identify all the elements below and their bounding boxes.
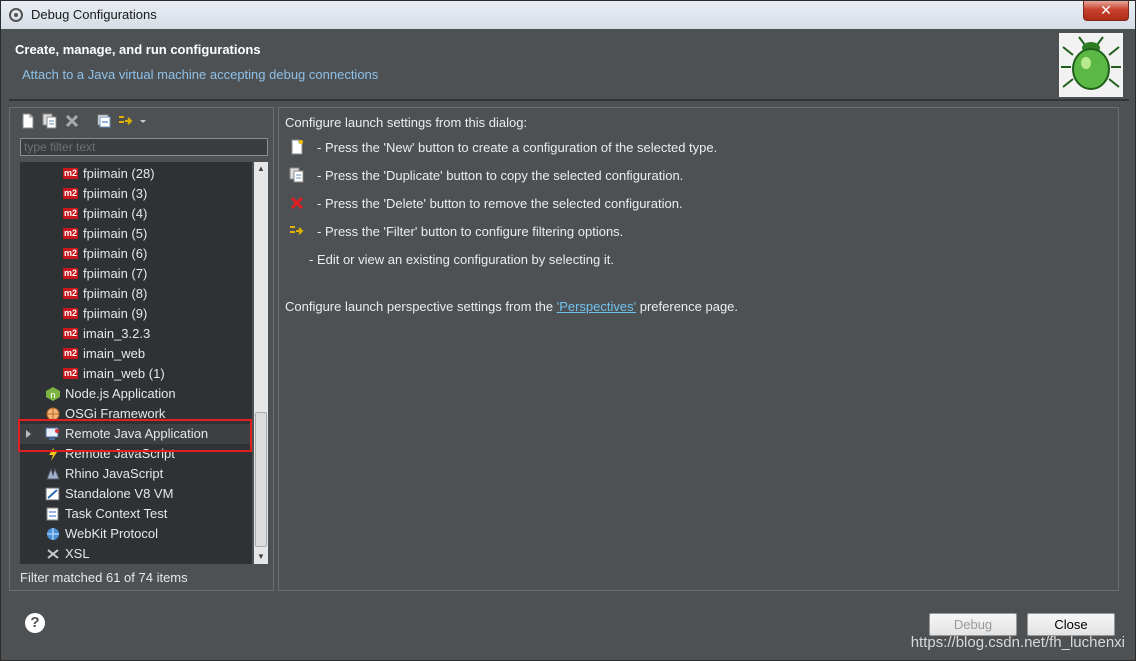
- tree-item-label: Standalone V8 VM: [65, 486, 174, 501]
- tree-item[interactable]: m2 fpiimain (5): [20, 224, 252, 244]
- tree-item-label: fpiimain (6): [83, 246, 148, 261]
- v8-icon: [45, 487, 60, 501]
- duplicate-icon: [289, 167, 304, 183]
- perspectives-link[interactable]: 'Perspectives': [557, 299, 636, 314]
- bug-icon: [1059, 33, 1123, 97]
- xsl-icon: [47, 549, 59, 559]
- instruction-duplicate: - Press the 'Duplicate' button to copy t…: [317, 168, 684, 183]
- duplicate-icon[interactable]: [42, 113, 58, 129]
- tree-item[interactable]: m2 imain_web (1): [20, 364, 252, 384]
- svg-text:n: n: [50, 391, 56, 401]
- highlight-box: [18, 419, 252, 452]
- perspectives-suffix: preference page.: [639, 299, 739, 314]
- filter-icon[interactable]: [118, 113, 134, 129]
- debug-configurations-window: Debug Configurations ✕ Create, manage, a…: [0, 0, 1136, 661]
- m2-icon: m2: [63, 348, 78, 359]
- tree-item[interactable]: m2 imain_web: [20, 344, 252, 364]
- m2-icon: m2: [63, 308, 78, 319]
- m2-icon: m2: [63, 208, 78, 219]
- m2-icon: m2: [63, 248, 78, 259]
- dropdown-arrow-icon[interactable]: [138, 113, 148, 129]
- rhino-icon: [46, 467, 60, 480]
- webkit-icon: [47, 528, 59, 540]
- title-bar: Debug Configurations ✕: [1, 1, 1135, 29]
- tree-item-label: XSL: [65, 546, 90, 561]
- scroll-thumb[interactable]: [255, 412, 267, 547]
- m2-icon: m2: [63, 288, 78, 299]
- watermark: https://blog.csdn.net/fh_luchenxi: [910, 634, 1125, 651]
- header-separator: [9, 99, 1129, 101]
- task-icon: [46, 507, 59, 521]
- scroll-down-icon[interactable]: ▼: [254, 550, 268, 564]
- m2-icon: m2: [63, 268, 78, 279]
- tree-item[interactable]: Rhino JavaScript: [20, 464, 252, 484]
- instructions-intro: Configure launch settings from this dial…: [285, 115, 528, 130]
- tree-item[interactable]: Standalone V8 VM: [20, 484, 252, 504]
- tree-item-label: fpiimain (9): [83, 306, 148, 321]
- tree-item[interactable]: Task Context Test: [20, 504, 252, 524]
- window-close-button[interactable]: ✕: [1083, 1, 1129, 21]
- perspectives-line: Configure launch perspective settings fr…: [285, 299, 738, 314]
- new-config-icon: [291, 139, 303, 155]
- tree-item-label: fpiimain (3): [83, 186, 148, 201]
- collapse-all-icon[interactable]: [96, 113, 112, 129]
- tree-item-label: imain_web (1): [83, 366, 165, 381]
- tree-item-label: imain_3.2.3: [83, 326, 151, 341]
- tree-item[interactable]: m2 fpiimain (28): [20, 164, 252, 184]
- tree-item-label: Rhino JavaScript: [65, 466, 164, 481]
- config-tree[interactable]: m2 fpiimain (28) m2 fpiimain (3) m2 fpiimain …: [20, 162, 252, 564]
- tree-item[interactable]: XSL: [20, 544, 252, 564]
- filter-status: Filter matched 61 of 74 items: [20, 570, 188, 585]
- tree-item-label: fpiimain (7): [83, 266, 148, 281]
- instruction-edit: - Edit or view an existing configuration…: [309, 252, 614, 267]
- tree-item-label: fpiimain (5): [83, 226, 148, 241]
- m2-icon: m2: [63, 168, 78, 179]
- tree-item[interactable]: WebKit Protocol: [20, 524, 252, 544]
- close-button[interactable]: Close: [1027, 613, 1115, 636]
- tree-item[interactable]: m2 fpiimain (8): [20, 284, 252, 304]
- perspectives-prefix: Configure launch perspective settings fr…: [285, 299, 554, 314]
- header-subtitle: Attach to a Java virtual machine accepti…: [22, 67, 379, 82]
- nodejs-icon: n: [46, 387, 60, 401]
- scroll-up-icon[interactable]: ▲: [254, 162, 268, 176]
- filter-input[interactable]: type filter text: [20, 138, 268, 156]
- header-title: Create, manage, and run configurations: [15, 42, 261, 57]
- instruction-delete: - Press the 'Delete' button to remove th…: [317, 196, 683, 211]
- dialog-header: Create, manage, and run configurations A…: [9, 31, 1129, 97]
- instructions-panel: Configure launch settings from this dial…: [278, 107, 1119, 591]
- m2-icon: m2: [63, 188, 78, 199]
- window-title: Debug Configurations: [31, 7, 157, 22]
- tree-item-label: WebKit Protocol: [65, 526, 158, 541]
- instruction-new: - Press the 'New' button to create a con…: [317, 140, 718, 155]
- tree-item[interactable]: n Node.js Application: [20, 384, 252, 404]
- tree-scrollbar[interactable]: ▲ ▼: [254, 162, 268, 564]
- tree-item[interactable]: m2 fpiimain (4): [20, 204, 252, 224]
- tree-item[interactable]: m2 fpiimain (6): [20, 244, 252, 264]
- configurations-panel: type filter text m2 fpiimain (28) m2 fpiima…: [9, 107, 274, 591]
- tree-item-label: Task Context Test: [65, 506, 168, 521]
- instruction-filter: - Press the 'Filter' button to configure…: [317, 224, 624, 239]
- m2-icon: m2: [63, 368, 78, 379]
- tree-item[interactable]: m2 fpiimain (9): [20, 304, 252, 324]
- delete-icon[interactable]: [64, 113, 80, 129]
- tree-item-label: imain_web: [83, 346, 146, 361]
- new-config-icon[interactable]: [20, 113, 36, 129]
- debug-button[interactable]: Debug: [929, 613, 1017, 636]
- help-icon[interactable]: ?: [25, 613, 45, 633]
- tree-item[interactable]: m2 imain_3.2.3: [20, 324, 252, 344]
- tree-item[interactable]: m2 fpiimain (3): [20, 184, 252, 204]
- eclipse-app-icon: [9, 8, 23, 22]
- filter-icon: [290, 226, 304, 235]
- tree-item-label: fpiimain (4): [83, 206, 148, 221]
- m2-icon: m2: [63, 228, 78, 239]
- m2-icon: m2: [63, 328, 78, 339]
- delete-icon: [290, 196, 304, 210]
- tree-item-label: Node.js Application: [65, 386, 176, 401]
- tree-item[interactable]: m2 fpiimain (7): [20, 264, 252, 284]
- tree-item-label: fpiimain (28): [83, 166, 155, 181]
- tree-item-label: fpiimain (8): [83, 286, 148, 301]
